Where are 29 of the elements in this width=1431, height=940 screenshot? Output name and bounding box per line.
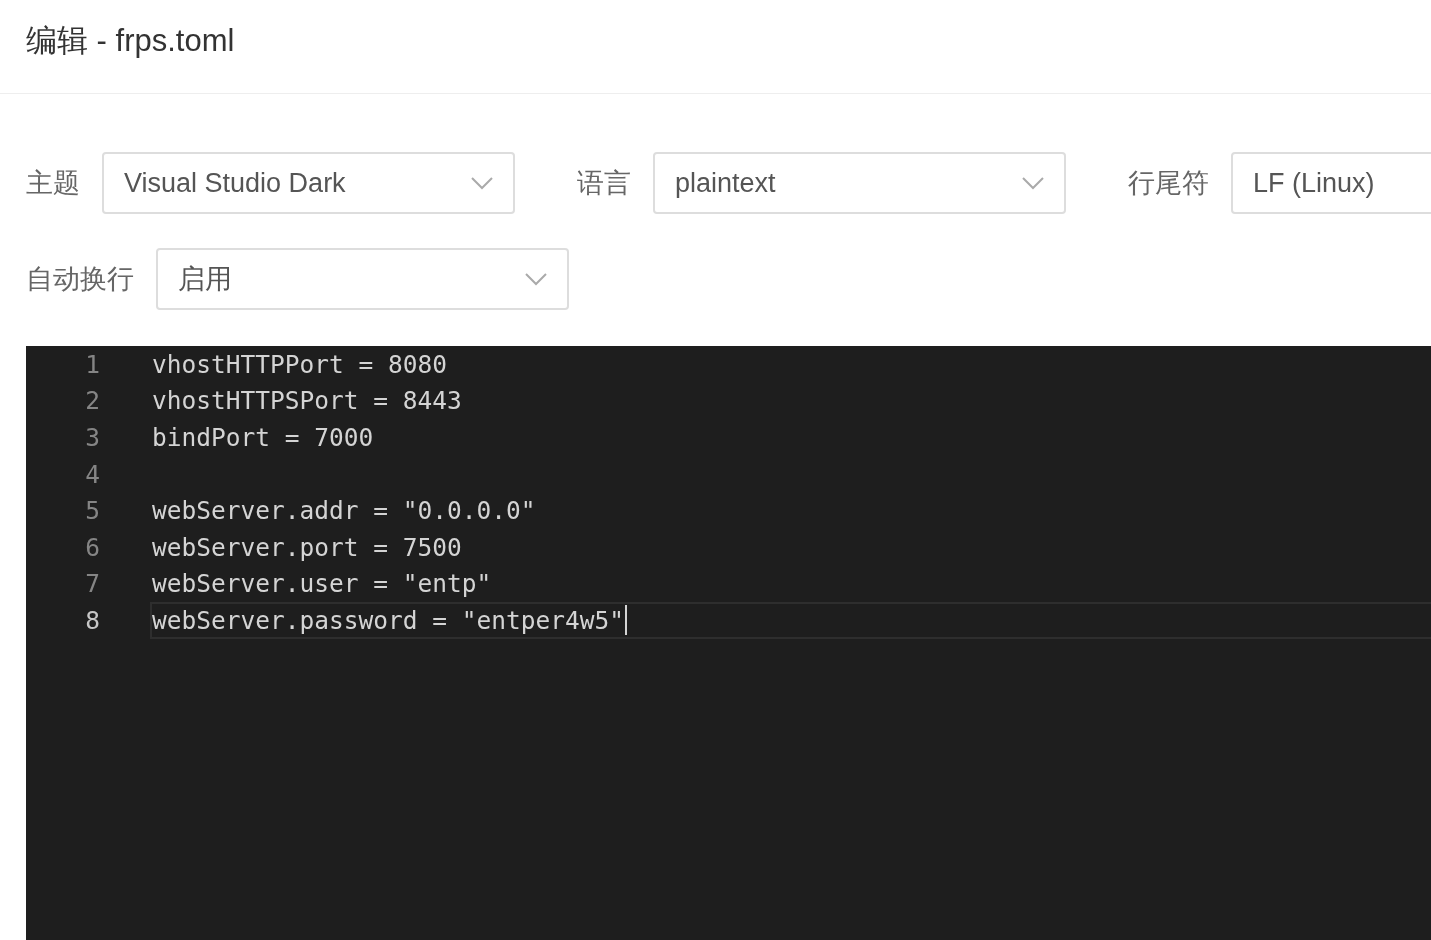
line-number: 2 [84,386,100,416]
code-line: webServer.user = "entp" [152,569,492,599]
chevron-down-icon [471,176,493,190]
chevron-down-icon [1022,176,1044,190]
line-number: 1 [84,349,100,379]
code-line: vhostHTTPSPort = 8443 [152,386,462,416]
code-line: vhostHTTPPort = 8080 [152,349,447,379]
code-line: webServer.addr = "0.0.0.0" [152,496,536,526]
field-label: 行尾符 [1128,167,1209,200]
page-title: 编辑 - frps.toml [25,22,235,60]
line-number: 5 [84,496,100,526]
line-number: 4 [84,459,100,489]
line-number: 3 [84,423,100,452]
line-number: 7 [84,569,100,599]
code-line: bindPort = 7000 [152,423,374,452]
line-number: 8 [84,605,100,635]
field-label: 语言 [577,167,631,200]
code-line: webServer.password = "entper4w5" [152,605,624,635]
chevron-down-icon [525,272,547,286]
dropdown-select[interactable]: plaintext [653,152,1066,214]
dropdown-select[interactable]: Visual Studio Dark [102,152,515,214]
code-line: webServer.port = 7500 [152,532,462,562]
line-number: 6 [84,532,100,562]
field-label: 自动换行 [26,263,134,296]
dropdown-select[interactable]: 启用 [156,248,569,310]
field-label: 主题 [26,167,80,200]
text-cursor [625,605,627,636]
dropdown-select[interactable]: LF (Linux) [1231,152,1431,214]
code-editor[interactable]: 1 vhostHTTPPort = 8080 2 vhostHTTPSPort = 8443 3 bindPort = 7000 4 5 webServer.addr = "0.0.0.0" 6 webServer.port = 7500 7 webServer.user = "entp" 8 webServer.password = "entper4w5" [26,346,1431,940]
